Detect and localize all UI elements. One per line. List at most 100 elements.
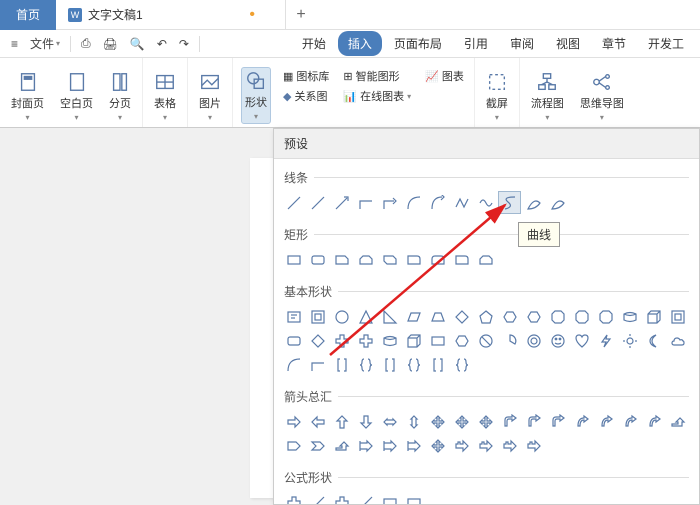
shape-arrR[interactable]: [282, 410, 305, 433]
shape-rtri[interactable]: [378, 305, 401, 328]
shape-line[interactable]: [354, 491, 377, 505]
shape-plus[interactable]: [330, 491, 353, 505]
pagebreak-button[interactable]: 分页▾: [106, 69, 134, 124]
shape-wave[interactable]: [474, 191, 497, 214]
print-icon[interactable]: 🖨: [98, 35, 123, 53]
shape-arr4[interactable]: [426, 434, 449, 457]
undo-icon[interactable]: ↶: [152, 35, 172, 53]
shape-trap[interactable]: [426, 305, 449, 328]
shape-closed[interactable]: [546, 191, 569, 214]
shape-line[interactable]: [306, 491, 329, 505]
new-tab-button[interactable]: +: [286, 6, 316, 24]
shape-arrB[interactable]: [522, 410, 545, 433]
shape-pie[interactable]: [498, 329, 521, 352]
shape-arrB[interactable]: [546, 410, 569, 433]
shape-elbow[interactable]: [354, 191, 377, 214]
shape-hex[interactable]: [498, 305, 521, 328]
shape-arrP[interactable]: [282, 434, 305, 457]
shape-dia[interactable]: [450, 305, 473, 328]
shape-smile[interactable]: [546, 329, 569, 352]
shape-round1[interactable]: [402, 248, 425, 271]
chart-button[interactable]: 📈图表: [423, 67, 466, 85]
shape-arrUD[interactable]: [402, 410, 425, 433]
tab-insert[interactable]: 插入: [338, 31, 382, 56]
shape-curve[interactable]: [402, 191, 425, 214]
shape-line[interactable]: [282, 191, 305, 214]
shape-snip1[interactable]: [330, 248, 353, 271]
menu-icon[interactable]: ≡: [6, 35, 23, 53]
shape-heart[interactable]: [570, 329, 593, 352]
document-tab[interactable]: W 文字文稿1 •: [56, 0, 286, 30]
shape-oct[interactable]: [594, 305, 617, 328]
smartart-button[interactable]: ⊞智能图形: [341, 67, 413, 85]
flowchart-button[interactable]: 流程图▾: [528, 69, 567, 124]
relation-button[interactable]: ◆关系图: [281, 87, 331, 105]
shape-arrCu[interactable]: [570, 410, 593, 433]
shape-arrCall[interactable]: [402, 434, 425, 457]
onlinechart-button[interactable]: 📊在线图表▾: [341, 87, 413, 105]
shape-arrCu[interactable]: [594, 410, 617, 433]
shape-arrD[interactable]: [354, 410, 377, 433]
shape-bracket[interactable]: [426, 353, 449, 376]
screenshot-button[interactable]: 截屏▾: [483, 69, 511, 124]
shape-snip2[interactable]: [474, 248, 497, 271]
file-menu[interactable]: 文件▾: [25, 33, 65, 54]
shape-arrLR[interactable]: [378, 410, 401, 433]
shape-rrect[interactable]: [306, 248, 329, 271]
shape-moon[interactable]: [642, 329, 665, 352]
shape-frame[interactable]: [666, 305, 689, 328]
shape-circle[interactable]: [330, 305, 353, 328]
shape-snip2[interactable]: [354, 248, 377, 271]
shape-plus[interactable]: [354, 329, 377, 352]
shape-zigzag[interactable]: [450, 191, 473, 214]
shape-hex[interactable]: [522, 305, 545, 328]
shape-arrCall[interactable]: [378, 434, 401, 457]
shape-arrStr[interactable]: [474, 434, 497, 457]
shape-arr4[interactable]: [474, 410, 497, 433]
shape-can[interactable]: [378, 329, 401, 352]
shape-arrStr[interactable]: [450, 434, 473, 457]
shape-dia[interactable]: [306, 329, 329, 352]
iconlib-button[interactable]: ▦图标库: [281, 67, 331, 85]
tab-review[interactable]: 审阅: [500, 31, 544, 56]
shape-can[interactable]: [618, 305, 641, 328]
shape-rect[interactable]: [378, 491, 401, 505]
shape-curvearr[interactable]: [426, 191, 449, 214]
shape-cube[interactable]: [402, 329, 425, 352]
tab-pagelayout[interactable]: 页面布局: [384, 31, 452, 56]
shape-rect[interactable]: [282, 248, 305, 271]
tab-reference[interactable]: 引用: [454, 31, 498, 56]
shape-arrU[interactable]: [330, 410, 353, 433]
shape-plus[interactable]: [330, 329, 353, 352]
image-button[interactable]: 图片▾: [196, 69, 224, 124]
shape-round1[interactable]: [450, 248, 473, 271]
shape-line[interactable]: [306, 191, 329, 214]
shape-bracket[interactable]: [378, 353, 401, 376]
shape-arrCu[interactable]: [618, 410, 641, 433]
mindmap-button[interactable]: 思维导图▾: [577, 69, 627, 124]
shape-arr4[interactable]: [426, 410, 449, 433]
shape-bolt[interactable]: [594, 329, 617, 352]
shape-arrN[interactable]: [330, 434, 353, 457]
shape-arrCall[interactable]: [354, 434, 377, 457]
shape-sun[interactable]: [618, 329, 641, 352]
shape-para[interactable]: [402, 305, 425, 328]
shape-bracket[interactable]: [330, 353, 353, 376]
shape-arrB[interactable]: [498, 410, 521, 433]
shape-arrN[interactable]: [666, 410, 689, 433]
shape-tri[interactable]: [354, 305, 377, 328]
shape-arrCh[interactable]: [306, 434, 329, 457]
shape-arrL[interactable]: [306, 410, 329, 433]
shape-rrect[interactable]: [282, 329, 305, 352]
shape-arr4[interactable]: [450, 410, 473, 433]
shape-text[interactable]: [282, 305, 305, 328]
table-button[interactable]: 表格▾: [151, 69, 179, 124]
shapes-button[interactable]: 形状▾: [241, 67, 271, 124]
shape-rect[interactable]: [426, 329, 449, 352]
shape-cloud[interactable]: [666, 329, 689, 352]
shape-closed[interactable]: [522, 191, 545, 214]
redo-icon[interactable]: ↷: [174, 35, 194, 53]
shape-elbowarr[interactable]: [378, 191, 401, 214]
shape-arrStr[interactable]: [498, 434, 521, 457]
tab-dev[interactable]: 开发工: [638, 31, 694, 56]
